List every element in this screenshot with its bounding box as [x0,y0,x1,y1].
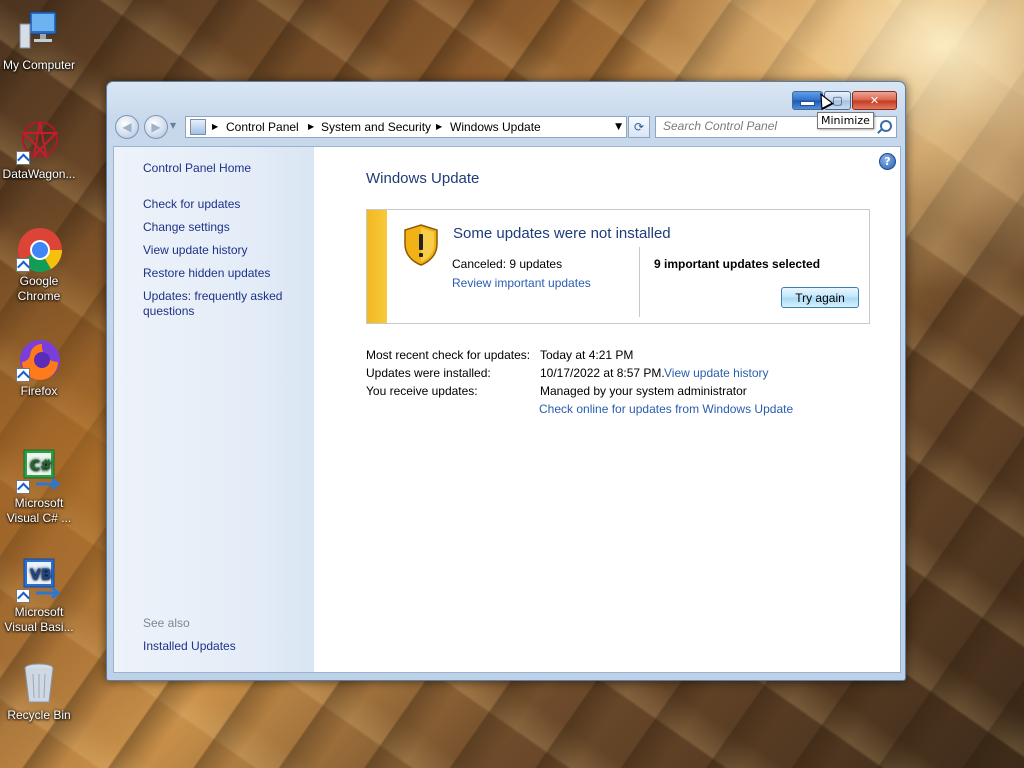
check-for-updates-link[interactable]: Check for updates [143,197,303,212]
shortcut-arrow-icon [16,589,30,603]
svg-text:VB: VB [30,567,52,583]
installed-value: 10/17/2022 at 8:57 PM. [540,366,665,380]
refresh-button[interactable]: ⟳ [628,116,650,138]
shortcut-arrow-icon [16,480,30,494]
warning-stripe [367,210,387,323]
address-dropdown-icon[interactable]: ▼ [615,117,622,137]
installed-updates-link[interactable]: Installed Updates [143,639,236,653]
control-panel-home-link[interactable]: Control Panel Home [143,161,251,175]
updates-faq-link[interactable]: Updates: frequently asked questions [143,289,303,319]
desktop-icon-label: Microsoft Visual Basi... [4,605,74,634]
desktop-icon-label: Recycle Bin [7,708,71,722]
change-settings-link[interactable]: Change settings [143,220,303,235]
breadcrumb-arrow-icon[interactable]: ▶ [436,117,442,137]
review-important-updates-link[interactable]: Review important updates [452,276,591,290]
breadcrumb-system-and-security[interactable]: System and Security [321,117,431,137]
recent-pages-dropdown[interactable]: ▼ [170,121,176,130]
back-button[interactable]: ◀ [115,115,139,139]
visual-csharp-icon: C# [16,448,62,494]
desktop-icon-label: My Computer [2,58,76,72]
close-icon: ✕ [869,94,880,107]
desktop-icon-visual-csharp[interactable]: C# Microsoft Visual C# ... [0,448,78,526]
try-again-button[interactable]: Try again [781,287,859,308]
check-online-link[interactable]: Check online for updates from Windows Up… [539,402,793,416]
desktop-icon-label: Google Chrome [17,274,61,303]
warning-shield-icon [403,224,439,266]
minimize-icon [800,101,815,106]
control-panel-icon [190,119,206,135]
desktop-icon-datawagon[interactable]: DataWagon... [0,119,78,182]
datawagon-icon [16,119,62,165]
view-update-history-inline-link[interactable]: View update history [664,366,769,380]
desktop-icon-recycle-bin[interactable]: Recycle Bin [0,660,78,723]
page-title: Windows Update [366,170,480,187]
update-status-panel: Some updates were not installed Canceled… [366,209,870,324]
back-arrow-icon: ◀ [122,120,132,134]
visual-basic-icon: VB [16,557,62,603]
recycle-bin-icon [16,660,62,706]
breadcrumb-windows-update[interactable]: Windows Update [450,117,541,137]
desktop-icon-label: Firefox [20,384,58,398]
desktop-icon-chrome[interactable]: Google Chrome [0,226,78,304]
firefox-icon [16,336,62,382]
recent-check-label: Most recent check for updates: [366,348,531,362]
status-divider [639,247,640,317]
desktop-icon-my-computer[interactable]: My Computer [0,10,78,73]
forward-arrow-icon: ▶ [151,120,161,134]
see-also-heading: See also [143,616,190,630]
computer-icon [16,10,62,56]
help-icon[interactable]: ? [879,153,896,170]
refresh-icon: ⟳ [633,120,645,134]
recent-check-value: Today at 4:21 PM [540,348,634,362]
svg-text:C#: C# [30,458,52,474]
chrome-icon [16,226,62,272]
receive-updates-label: You receive updates: [366,384,478,398]
forward-button[interactable]: ▶ [144,115,168,139]
desktop-icon-firefox[interactable]: Firefox [0,336,78,399]
shortcut-arrow-icon [16,368,30,382]
view-update-history-link[interactable]: View update history [143,243,303,258]
desktop-icon-label: Microsoft Visual C# ... [6,496,72,525]
windows-update-window[interactable]: ▢ ✕ ◀ ▶ ▼ ▶ Control Panel ▶ System and S… [106,81,906,681]
navigation-bar: ◀ ▶ ▼ ▶ Control Panel ▶ System and Secur… [115,115,897,139]
desktop-icon-visual-basic[interactable]: VB Microsoft Visual Basi... [0,557,78,635]
breadcrumb-arrow-icon[interactable]: ▶ [212,117,218,137]
window-controls: ▢ ✕ [792,91,897,110]
restore-hidden-updates-link[interactable]: Restore hidden updates [143,266,303,281]
close-button[interactable]: ✕ [852,91,897,110]
shortcut-arrow-icon [16,151,30,165]
shortcut-arrow-icon [16,258,30,272]
status-heading: Some updates were not installed [453,225,671,242]
task-pane: Control Panel Home Check for updates Cha… [114,147,314,672]
selected-updates-text: 9 important updates selected [654,257,821,271]
installed-label: Updates were installed: [366,366,491,380]
content-area: Control Panel Home Check for updates Cha… [113,146,901,673]
desktop-icon-label: DataWagon... [2,167,76,181]
breadcrumb-arrow-icon[interactable]: ▶ [308,117,314,137]
search-icon[interactable] [880,120,892,132]
minimize-tooltip: Minimize [817,112,874,129]
canceled-count-text: Canceled: 9 updates [452,257,563,271]
receive-updates-value: Managed by your system administrator [540,384,747,398]
breadcrumb-control-panel[interactable]: Control Panel [226,117,299,137]
address-bar[interactable]: ▶ Control Panel ▶ System and Security ▶ … [185,116,627,138]
